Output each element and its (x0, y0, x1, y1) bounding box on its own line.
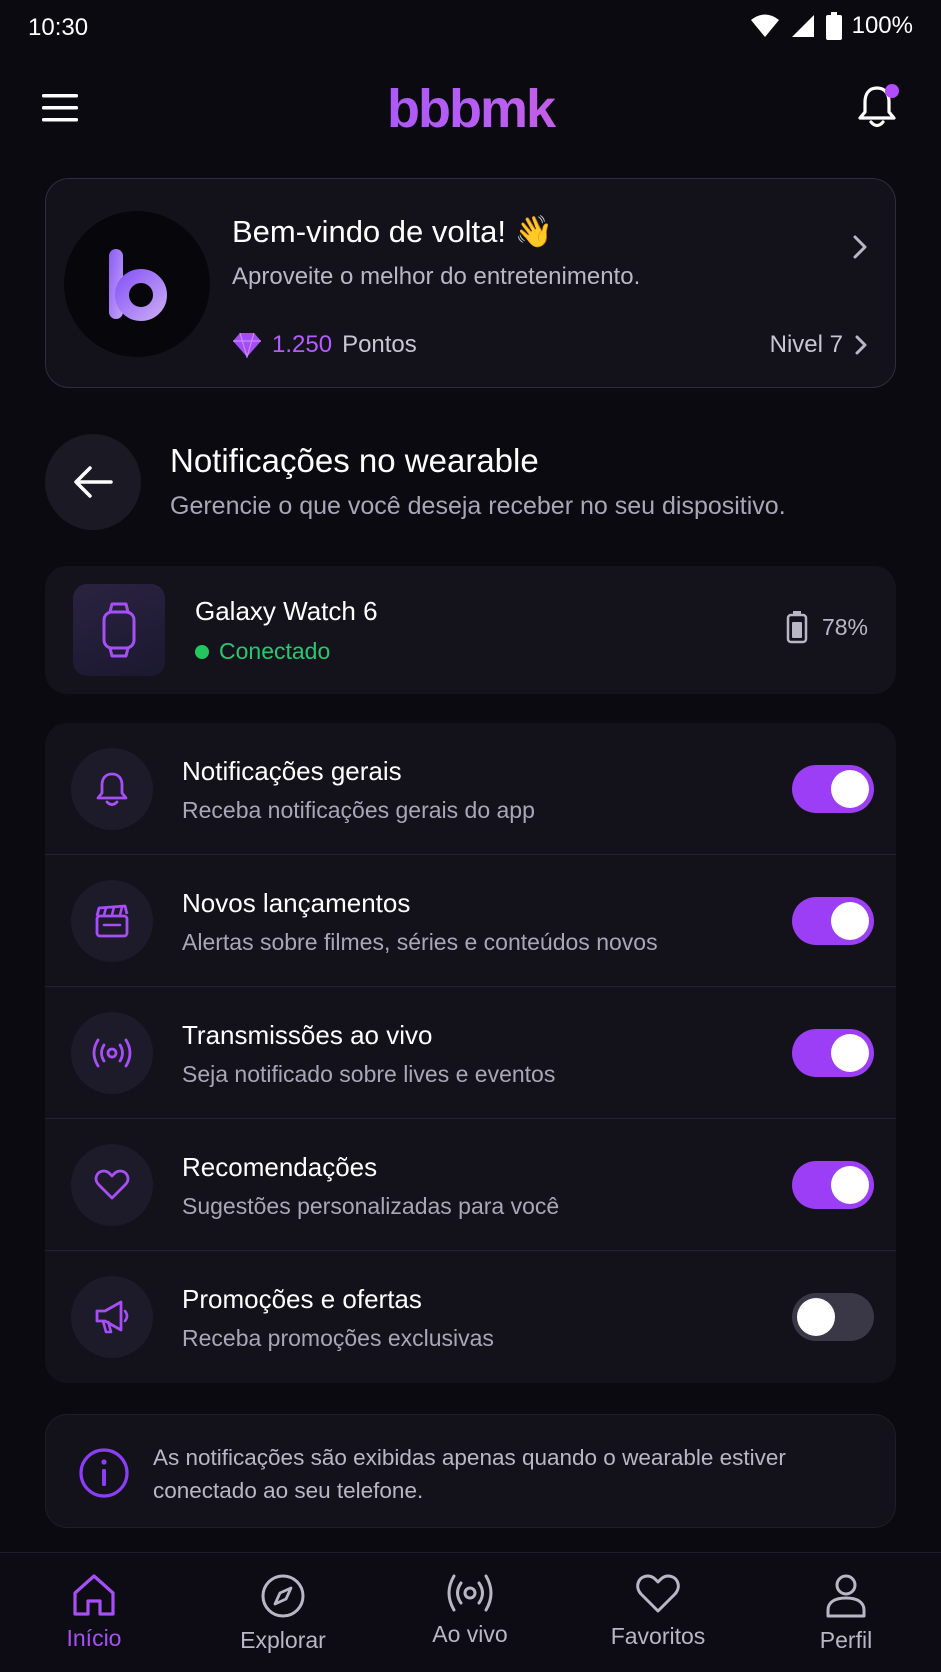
setting-icon-container (71, 1144, 153, 1226)
status-time: 10:30 (28, 14, 89, 41)
nav-label: Ao vivo (432, 1621, 508, 1647)
notification-settings-list: Notificações gerais Receba notificações … (45, 723, 896, 1383)
nav-label: Explorar (240, 1627, 326, 1653)
device-battery-level: 78% (821, 613, 868, 640)
page-subtitle: Gerencie o que você deseja receber no se… (170, 492, 786, 520)
setting-description: Seja notificado sobre lives e eventos (182, 1061, 556, 1087)
welcome-title: Bem-vindo de volta! 👋 (232, 214, 554, 249)
device-card[interactable]: Galaxy Watch 6 Conectado 78% (45, 566, 896, 694)
setting-icon-container (71, 748, 153, 830)
setting-title: Transmissões ao vivo (182, 1020, 433, 1050)
toggle-knob (831, 1034, 869, 1072)
wifi-icon (750, 14, 779, 37)
nav-item-favorites[interactable]: Favoritos (578, 1573, 738, 1650)
battery-icon (786, 611, 808, 644)
nav-item-home[interactable]: Início (14, 1573, 174, 1652)
bottom-navigation: Início Explorar Ao vivo Favoritos Perfil (0, 1552, 941, 1672)
smartwatch-icon (102, 602, 136, 658)
arrow-left-icon (74, 466, 113, 498)
device-thumbnail (73, 584, 165, 676)
setting-row-recommendations[interactable]: Recomendações Sugestões personalizadas p… (45, 1119, 896, 1251)
welcome-subtitle: Aproveite o melhor do entretenimento. (232, 263, 641, 290)
page-title: Notificações no wearable (170, 442, 539, 479)
diamond-icon (233, 332, 261, 358)
nav-label: Perfil (819, 1627, 873, 1653)
toggle-switch-new-releases[interactable] (792, 897, 874, 945)
compass-icon (261, 1574, 305, 1618)
info-text: As notificações são exibidas apenas quan… (153, 1445, 786, 1503)
setting-row-new-releases[interactable]: Novos lançamentos Alertas sobre filmes, … (45, 855, 896, 987)
setting-row-general[interactable]: Notificações gerais Receba notificações … (45, 723, 896, 855)
battery-icon (825, 12, 842, 40)
status-indicators: 100% (750, 12, 913, 40)
toggle-knob (797, 1298, 835, 1336)
toggle-knob (831, 1166, 869, 1204)
setting-title: Notificações gerais (182, 756, 402, 786)
broadcast-icon (92, 1038, 132, 1068)
notification-badge (885, 84, 899, 98)
connection-status: Conectado (195, 638, 330, 665)
setting-row-live[interactable]: Transmissões ao vivo Seja notificado sob… (45, 987, 896, 1119)
toggle-knob (831, 902, 869, 940)
back-button[interactable] (45, 434, 141, 530)
toggle-switch-general[interactable] (792, 765, 874, 813)
bell-icon (96, 772, 128, 806)
clapperboard-icon (95, 904, 129, 938)
info-icon (79, 1448, 129, 1498)
nav-item-explore[interactable]: Explorar (203, 1573, 363, 1654)
setting-description: Receba promoções exclusivas (182, 1325, 494, 1351)
toggle-switch-live[interactable] (792, 1029, 874, 1077)
megaphone-icon (95, 1300, 129, 1334)
nav-item-live[interactable]: Ao vivo (390, 1573, 550, 1648)
user-icon (826, 1574, 866, 1618)
setting-row-promotions[interactable]: Promoções e ofertas Receba promoções exc… (45, 1251, 896, 1383)
points-value: 1.250 (272, 331, 333, 358)
signal-icon (791, 15, 814, 37)
setting-icon-container (71, 1276, 153, 1358)
toggle-switch-promotions[interactable] (792, 1293, 874, 1341)
battery-percentage: 100% (851, 12, 913, 39)
chevron-right-icon (853, 235, 867, 259)
status-dot (195, 644, 209, 659)
welcome-card[interactable]: Bem-vindo de volta! 👋 Aproveite o melhor… (45, 178, 896, 388)
setting-icon-container (71, 1012, 153, 1094)
connection-status-label: Conectado (219, 638, 331, 664)
setting-title: Recomendações (182, 1152, 378, 1182)
nav-label: Favoritos (610, 1623, 706, 1649)
toggle-knob (831, 770, 869, 808)
level-label: Nivel 7 (769, 331, 843, 358)
nav-item-profile[interactable]: Perfil (766, 1573, 926, 1654)
heart-icon (636, 1574, 680, 1613)
setting-icon-container (71, 880, 153, 962)
device-battery: 78% (786, 610, 868, 644)
setting-description: Receba notificações gerais do app (182, 797, 535, 823)
home-icon (73, 1574, 115, 1616)
setting-description: Sugestões personalizadas para você (182, 1193, 560, 1219)
setting-description: Alertas sobre filmes, séries e conteúdos… (182, 929, 658, 955)
setting-title: Novos lançamentos (182, 888, 411, 918)
notifications-button[interactable] (857, 84, 901, 132)
chevron-right-icon (855, 335, 867, 355)
app-logo[interactable]: bbbmk (0, 78, 941, 140)
brand-b-icon (109, 249, 167, 321)
info-banner: As notificações são exibidas apenas quan… (45, 1414, 896, 1528)
points-label: Pontos (342, 331, 417, 358)
heart-icon (94, 1169, 130, 1200)
setting-title: Promoções e ofertas (182, 1284, 422, 1314)
broadcast-icon (447, 1574, 493, 1612)
toggle-switch-recommendations[interactable] (792, 1161, 874, 1209)
app-header: bbbmk (0, 68, 941, 148)
device-name: Galaxy Watch 6 (195, 596, 378, 626)
nav-label: Início (66, 1625, 122, 1651)
level-link[interactable]: Nivel 7 (770, 331, 867, 359)
avatar (64, 211, 210, 357)
status-bar: 10:30 100% (0, 0, 941, 58)
points-display: 1.250 Pontos (232, 331, 417, 359)
